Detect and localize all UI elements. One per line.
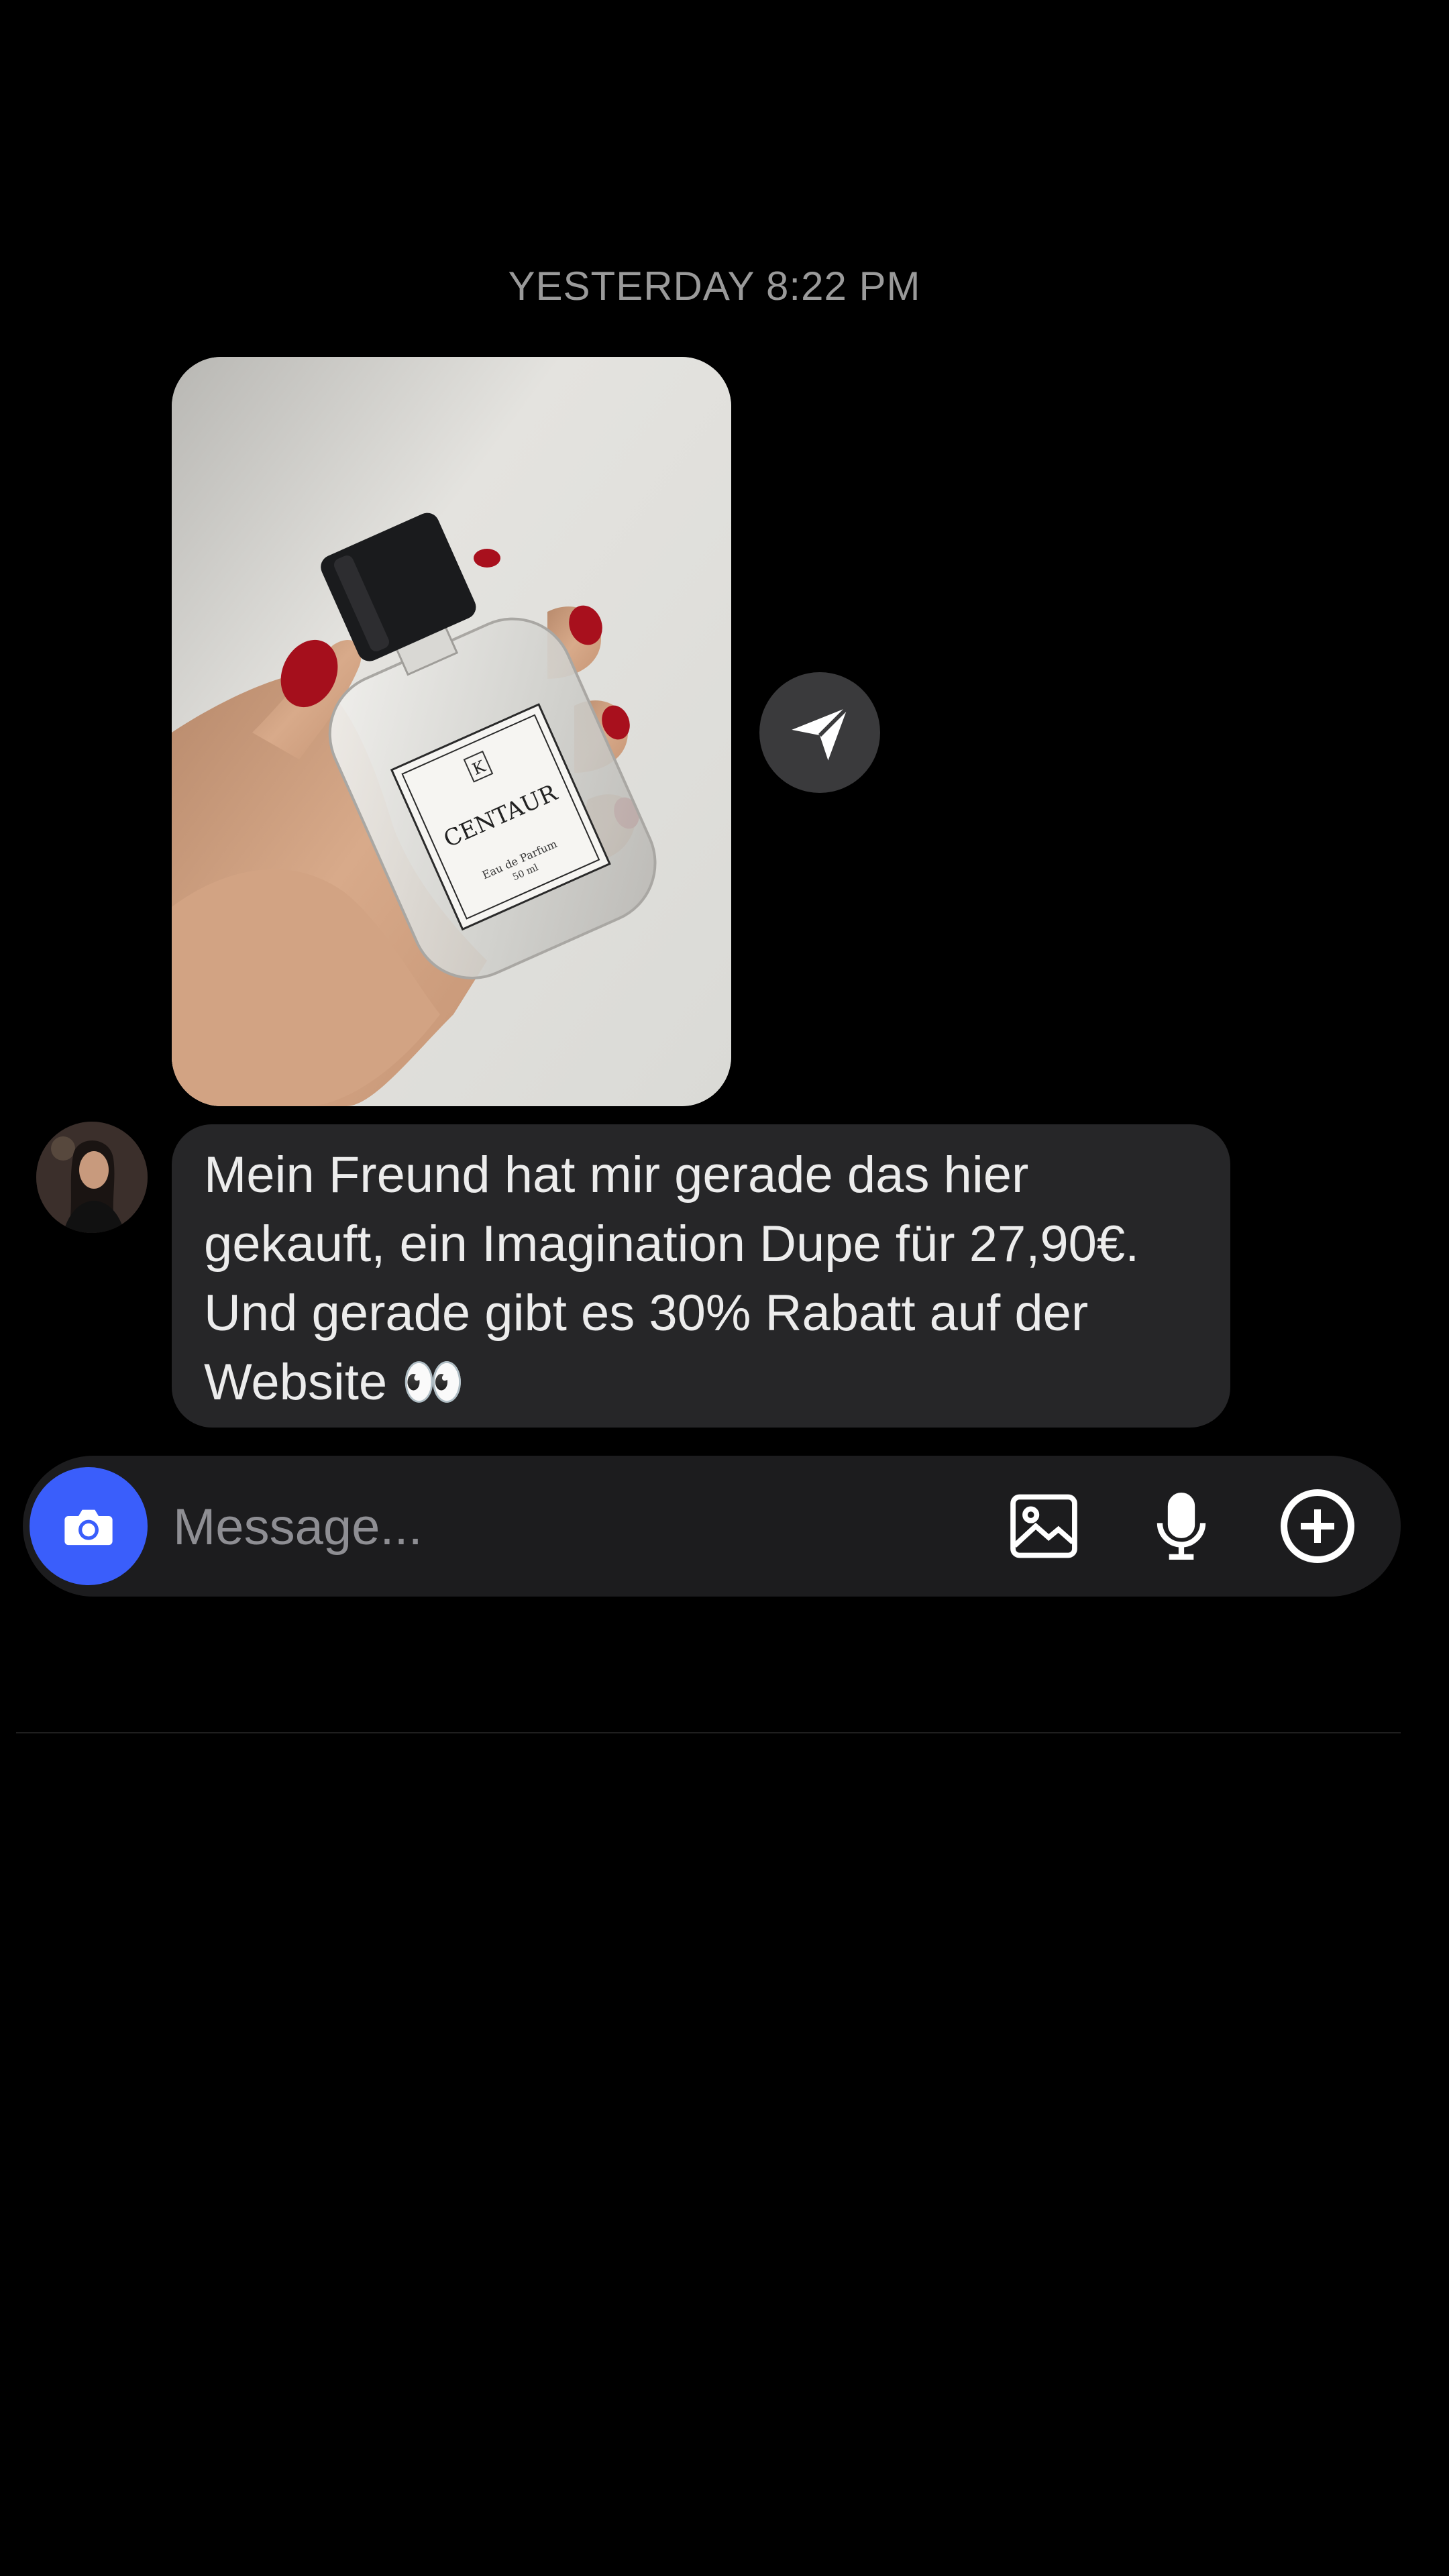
- voice-message-button[interactable]: [1141, 1486, 1222, 1566]
- add-button[interactable]: [1277, 1486, 1358, 1566]
- camera-icon: [64, 1509, 113, 1546]
- message-composer: [23, 1456, 1401, 1597]
- paper-plane-icon: [792, 706, 849, 761]
- perfume-bottle-photo: K CENTAUR Eau de Parfum 50 ml: [172, 357, 731, 1106]
- divider: [16, 1732, 1401, 1733]
- avatar-icon: [36, 1122, 148, 1233]
- camera-button[interactable]: [30, 1467, 148, 1585]
- message-text: Mein Freund hat mir gerade das hier geka…: [204, 1146, 1140, 1411]
- image-icon: [1010, 1494, 1077, 1558]
- text-message-bubble[interactable]: Mein Freund hat mir gerade das hier geka…: [172, 1124, 1230, 1428]
- share-button[interactable]: [759, 672, 880, 793]
- plus-circle-icon: [1281, 1489, 1354, 1563]
- message-timestamp: YESTERDAY 8:22 PM: [508, 264, 921, 309]
- photo-message[interactable]: K CENTAUR Eau de Parfum 50 ml: [172, 357, 731, 1106]
- message-input[interactable]: [172, 1483, 993, 1571]
- gallery-button[interactable]: [1004, 1486, 1084, 1566]
- microphone-icon: [1157, 1493, 1206, 1560]
- sender-avatar[interactable]: [36, 1122, 148, 1233]
